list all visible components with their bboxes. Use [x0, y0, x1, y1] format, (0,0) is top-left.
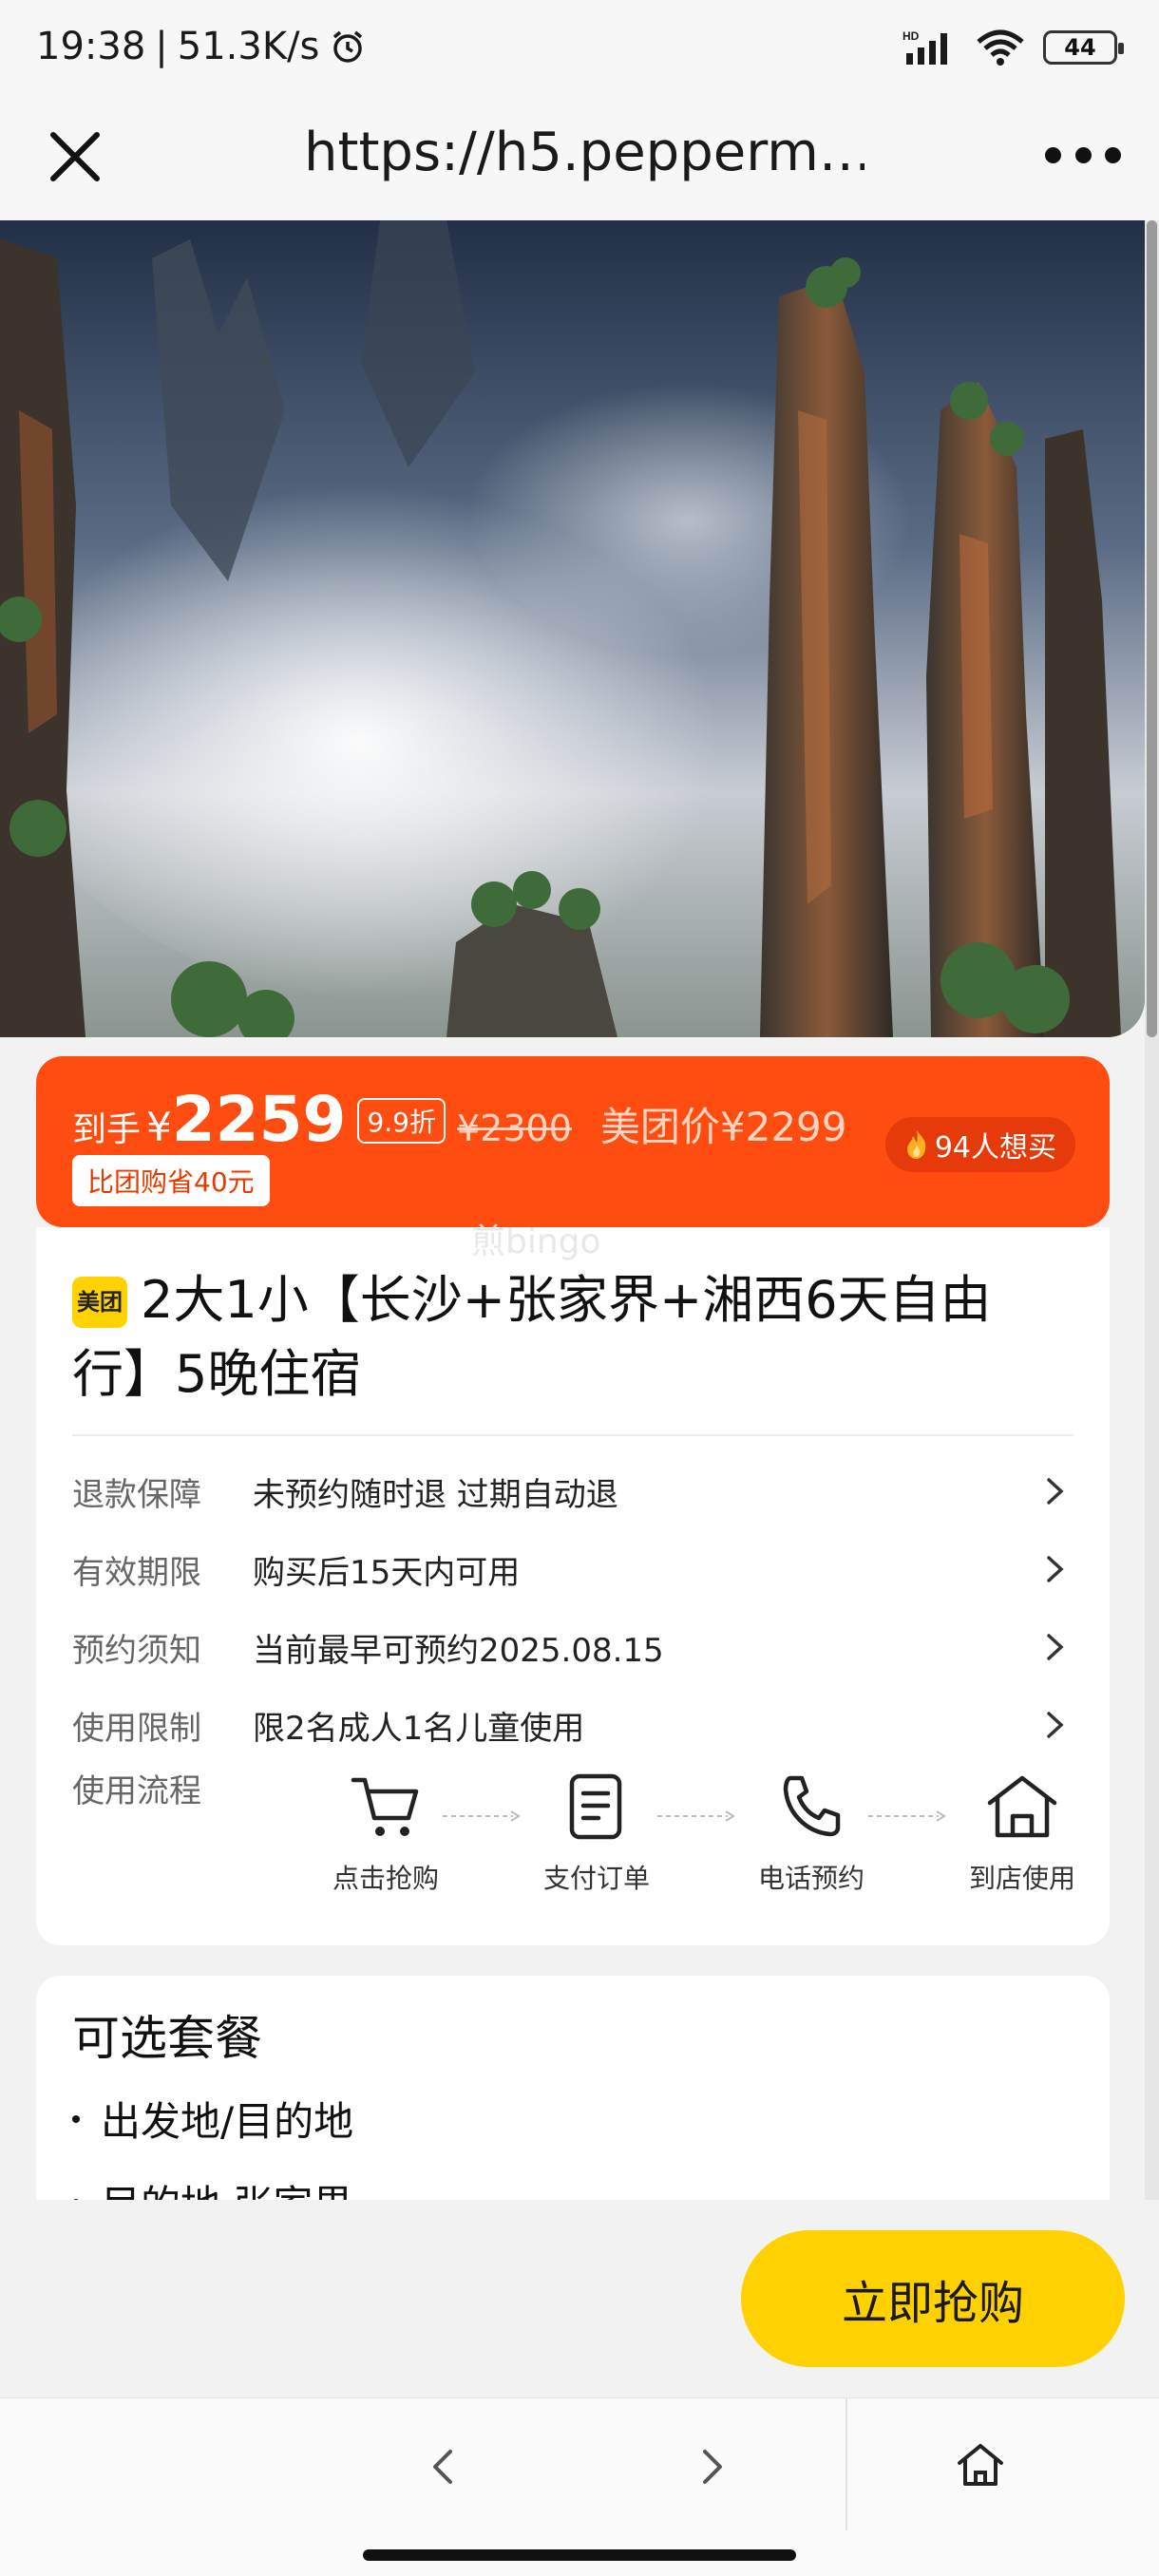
- bullet-icon: [72, 2114, 80, 2123]
- meituan-price: 美团价¥2299: [599, 1104, 847, 1150]
- flow-step-pay: 支付订单: [521, 1771, 673, 1896]
- info-row-booking[interactable]: 预约须知 当前最早可预约2025.08.15: [72, 1619, 1074, 1676]
- more-dot-icon: [1105, 146, 1121, 163]
- info-row-restriction[interactable]: 使用限制 限2名成人1名儿童使用: [72, 1696, 1074, 1753]
- currency-symbol: ¥: [146, 1104, 172, 1150]
- status-left: 19:38 | 51.3K/s: [36, 25, 367, 68]
- document-icon: [569, 1773, 622, 1840]
- status-bar: 19:38 | 51.3K/s HD 44: [0, 0, 1159, 99]
- usage-flow: 使用流程 点击抢购 支付订单 电话预约 到店使用: [72, 1765, 1075, 1917]
- save-badge: 比团购省40元: [72, 1155, 270, 1206]
- original-price: ¥2300: [456, 1108, 572, 1149]
- browser-bottom-nav: [0, 2397, 1159, 2531]
- info-value: 当前最早可预约2025.08.15: [253, 1631, 664, 1670]
- info-label: 使用限制: [72, 1709, 201, 1748]
- cta-area: 立即抢购: [0, 2200, 1159, 2397]
- want-count-badge: 94人想买: [884, 1117, 1075, 1172]
- product-title-text: 2大1小【长沙+张家界+湘西6天自由行】5晚住宿: [72, 1270, 992, 1404]
- info-value: 未预约随时退 过期自动退: [253, 1475, 618, 1514]
- divider: [72, 1434, 1074, 1436]
- discount-tag: 9.9折: [357, 1098, 446, 1144]
- dashed-arrow-icon: [443, 1810, 521, 1822]
- flow-step-label: 支付订单: [542, 1863, 650, 1894]
- product-card: 煎bingo 美团 2大1小【长沙+张家界+湘西6天自由行】5晚住宿 退款保障 未…: [36, 1222, 1110, 1945]
- more-dot-icon: [1074, 146, 1092, 163]
- flow-step-label: 点击抢购: [332, 1863, 439, 1894]
- page-url-title: https://h5.pepperm…: [304, 122, 864, 183]
- scrollbar[interactable]: [1145, 220, 1159, 2200]
- status-speed: 51.3K/s: [177, 25, 320, 68]
- more-options-button[interactable]: [1045, 141, 1121, 169]
- close-icon: [50, 132, 100, 181]
- dashed-arrow-icon: [657, 1810, 735, 1822]
- info-label: 有效期限: [72, 1553, 201, 1592]
- option-item-label: 出发地/目的地: [101, 2098, 354, 2145]
- flow-step-call: 电话预约: [735, 1771, 887, 1896]
- chevron-right-icon: [1047, 1634, 1064, 1660]
- battery-indicator: 44: [1043, 30, 1124, 65]
- final-price: 2259: [171, 1083, 347, 1156]
- dashed-arrow-icon: [868, 1810, 946, 1822]
- info-value: 限2名成人1名儿童使用: [253, 1709, 585, 1748]
- network-label: HD: [902, 29, 920, 43]
- status-separator: |: [155, 25, 168, 68]
- want-count-text: 94人想买: [934, 1131, 1056, 1165]
- wifi-icon: [977, 29, 1024, 66]
- option-item[interactable]: 目的地 张家界: [72, 2173, 352, 2200]
- info-row-refund[interactable]: 退款保障 未预约随时退 过期自动退: [72, 1463, 1074, 1520]
- price-banner: 到手 ¥ 2259 9.9折 ¥2300 美团价¥2299 比团购省40元 94…: [36, 1056, 1110, 1227]
- gesture-handle[interactable]: [363, 2549, 796, 2561]
- option-item-label: 目的地 张家界: [101, 2173, 352, 2200]
- browser-title-bar: https://h5.pepperm…: [0, 99, 1159, 220]
- page-content[interactable]: 到手 ¥ 2259 9.9折 ¥2300 美团价¥2299 比团购省40元 94…: [0, 220, 1159, 2200]
- home-nav-icon[interactable]: [952, 2436, 1009, 2493]
- mountain-landscape-image: [0, 220, 1145, 1037]
- chevron-right-icon: [1047, 1712, 1064, 1738]
- alarm-icon: [333, 30, 363, 63]
- cart-icon: [351, 1777, 419, 1836]
- product-title: 美团 2大1小【长沙+张家界+湘西6天自由行】5晚住宿: [72, 1263, 1060, 1411]
- meituan-logo: 美团: [72, 1277, 127, 1328]
- info-label: 预约须知: [72, 1631, 201, 1670]
- price-row: 到手 ¥ 2259 9.9折 ¥2300 美团价¥2299: [72, 1083, 846, 1156]
- forward-arrow-icon[interactable]: [684, 2440, 737, 2493]
- home-icon: [987, 1775, 1057, 1838]
- back-arrow-icon[interactable]: [418, 2440, 471, 2493]
- chevron-right-icon: [1047, 1556, 1064, 1582]
- info-row-validity[interactable]: 有效期限 购买后15天内可用: [72, 1541, 1074, 1598]
- flow-step-label: 电话预约: [757, 1863, 864, 1894]
- info-label: 退款保障: [72, 1475, 201, 1514]
- status-time: 19:38: [36, 25, 146, 68]
- status-right: HD 44: [902, 28, 1124, 66]
- final-price-label: 到手: [72, 1110, 142, 1149]
- scrollbar-thumb[interactable]: [1147, 220, 1157, 1037]
- buy-now-button[interactable]: 立即抢购: [741, 2230, 1125, 2367]
- phone-icon: [783, 1775, 841, 1837]
- options-title: 可选套餐: [72, 2011, 262, 2066]
- more-dot-icon: [1045, 146, 1061, 163]
- package-options-card: 可选套餐 出发地/目的地 目的地 张家界: [36, 1976, 1110, 2200]
- chevron-right-icon: [1047, 1478, 1064, 1505]
- option-item[interactable]: 出发地/目的地: [72, 2090, 353, 2148]
- flow-step-purchase: 点击抢购: [310, 1771, 462, 1896]
- close-button[interactable]: [42, 123, 108, 190]
- info-value: 购买后15天内可用: [253, 1553, 521, 1592]
- hero-image: [0, 220, 1145, 1037]
- fire-icon: [906, 1130, 926, 1159]
- gesture-bar: [0, 2530, 1159, 2576]
- nav-divider: [846, 2398, 847, 2531]
- signal-icon: HD: [902, 29, 947, 65]
- flow-step-visit: 到店使用: [946, 1771, 1098, 1896]
- watermark: 煎bingo: [471, 1222, 601, 1261]
- flow-step-label: 到店使用: [968, 1863, 1075, 1894]
- flow-label: 使用流程: [72, 1772, 201, 1810]
